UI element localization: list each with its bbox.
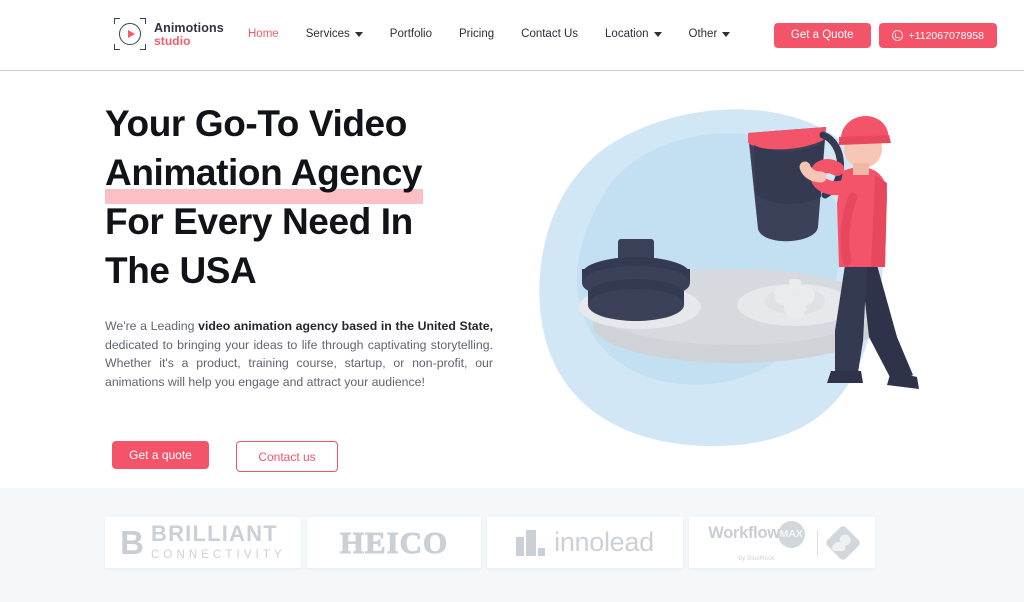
client-logo-innolead: innolead bbox=[487, 517, 683, 568]
workflowmax-wordmark: Workflow bbox=[708, 524, 780, 543]
brand-name: Animotions bbox=[154, 20, 224, 35]
nav-label: Home bbox=[248, 28, 279, 40]
page-title: Your Go-To Video Animation Agency For Ev… bbox=[105, 99, 505, 295]
nav-label: Services bbox=[305, 28, 350, 40]
phone-number: +112067078958 bbox=[908, 29, 984, 42]
contact-us-cta-button[interactable]: Contact us bbox=[236, 441, 338, 472]
workflowmax-badge: MAX bbox=[777, 520, 805, 548]
whatsapp-phone-button[interactable]: +112067078958 bbox=[878, 23, 997, 48]
nav-item-home[interactable]: Home bbox=[248, 28, 279, 40]
brand-sub: studio bbox=[154, 33, 191, 48]
landing-page: Animotions studio Home Services Portfoli… bbox=[0, 0, 1024, 602]
headline-line-3: For Every Need In bbox=[105, 201, 413, 242]
brilliant-line-1: BRILLIANT bbox=[151, 521, 278, 547]
headline-line-2: Animation Agency bbox=[105, 148, 424, 204]
brilliant-b-mark-icon: B bbox=[120, 524, 144, 561]
nav-item-location[interactable]: Location bbox=[605, 28, 662, 40]
get-a-quote-button[interactable]: Get a Quote bbox=[773, 23, 871, 48]
get-a-quote-cta-button[interactable]: Get a quote bbox=[112, 441, 209, 469]
play-circle-logo-icon bbox=[113, 17, 147, 51]
client-logos-band: B BRILLIANT CONNECTIVITY HEICO innolead bbox=[0, 488, 1024, 602]
divider bbox=[816, 529, 818, 556]
headline-line-1: Your Go-To Video bbox=[105, 103, 407, 144]
client-logo-brilliant-connectivity: B BRILLIANT CONNECTIVITY bbox=[105, 517, 301, 568]
lede-part-2: dedicated to bringing your ideas to life… bbox=[105, 337, 493, 389]
nav-label: Other bbox=[688, 28, 718, 40]
person-carrying-bucket-illustration bbox=[505, 79, 945, 479]
nav-item-other[interactable]: Other bbox=[689, 28, 731, 40]
nav-label: Pricing bbox=[458, 28, 495, 40]
nav-item-contact-us[interactable]: Contact Us bbox=[521, 28, 578, 40]
nav-label: Contact Us bbox=[521, 28, 579, 40]
innolead-wordmark: innolead bbox=[554, 527, 654, 557]
workflowmax-byline: by BlueRock bbox=[738, 555, 775, 562]
nav-item-pricing[interactable]: Pricing bbox=[459, 28, 494, 40]
hero-section: Your Go-To Video Animation Agency For Ev… bbox=[0, 71, 1024, 488]
chevron-down-icon bbox=[722, 32, 731, 37]
lede-part-1: We're a Leading bbox=[105, 319, 199, 333]
brilliant-line-2: CONNECTIVITY bbox=[151, 549, 286, 561]
heico-wordmark: HEICO bbox=[339, 524, 449, 560]
hero-cta-row: Get a quote Contact us bbox=[112, 441, 338, 472]
hero-description: We're a Leading video animation agency b… bbox=[105, 317, 493, 391]
brand-text: Animotions studio bbox=[154, 21, 224, 48]
innolead-bars-icon bbox=[516, 529, 546, 556]
whatsapp-icon bbox=[891, 30, 903, 41]
client-logo-heico: HEICO bbox=[307, 517, 481, 568]
main-nav: Home Services Portfolio Pricing Contact … bbox=[248, 28, 731, 40]
bluerock-diamond-icon bbox=[824, 524, 862, 561]
hero-copy: Your Go-To Video Animation Agency For Ev… bbox=[105, 99, 505, 391]
header-actions: Get a Quote +112067078958 bbox=[773, 23, 997, 48]
nav-item-services[interactable]: Services bbox=[306, 28, 363, 40]
nav-item-portfolio[interactable]: Portfolio bbox=[390, 28, 432, 40]
brand-logo[interactable]: Animotions studio bbox=[113, 17, 224, 51]
client-logo-workflowmax: Workflow MAX by BlueRock bbox=[689, 517, 875, 568]
nav-label: Portfolio bbox=[389, 28, 432, 40]
nav-label: Location bbox=[605, 28, 649, 40]
chevron-down-icon bbox=[653, 32, 662, 37]
site-header: Animotions studio Home Services Portfoli… bbox=[0, 0, 1024, 71]
chevron-down-icon bbox=[354, 32, 363, 37]
client-logos-row: B BRILLIANT CONNECTIVITY HEICO innolead bbox=[105, 517, 875, 568]
lede-bold: video animation agency based in the Unit… bbox=[198, 319, 493, 333]
headline-line-4: The USA bbox=[105, 250, 257, 291]
